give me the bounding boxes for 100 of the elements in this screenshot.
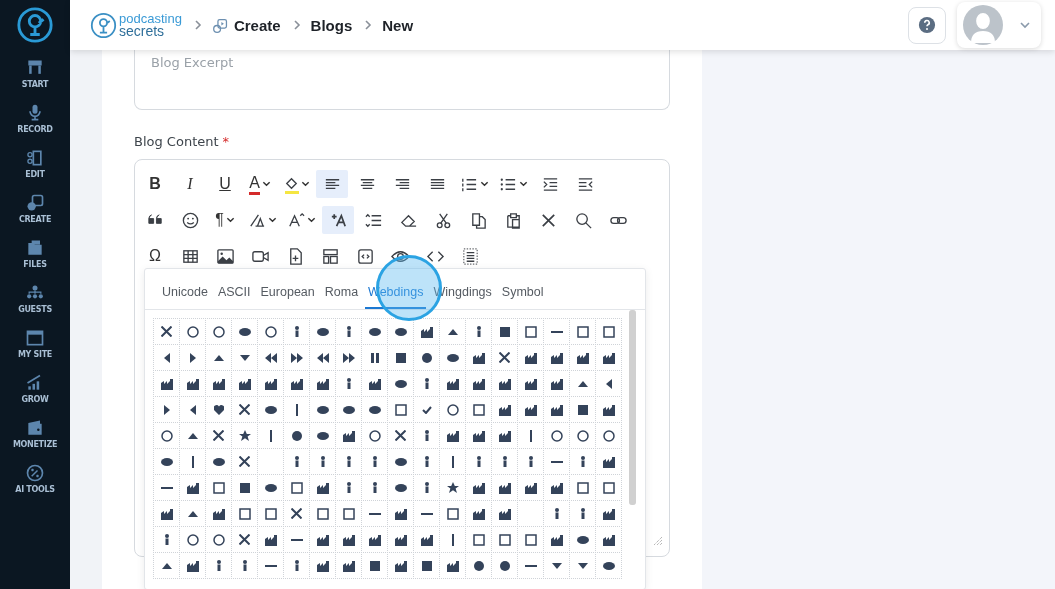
sidebar-item[interactable]: MONETIZE xyxy=(12,418,58,463)
symbol-icon xyxy=(602,481,615,494)
layout-icon xyxy=(320,246,340,266)
symbol-icon xyxy=(602,403,615,416)
sidebar-item[interactable]: START xyxy=(21,58,49,103)
symbol-icon xyxy=(550,403,563,416)
symbol-icon xyxy=(346,377,351,390)
resize-grip-icon[interactable] xyxy=(653,536,663,546)
symbol-icon xyxy=(524,377,537,390)
symbol-icon xyxy=(576,535,589,544)
symbol-icon xyxy=(394,351,407,364)
symbol-icon xyxy=(316,481,329,494)
sidebar-item[interactable]: EDIT xyxy=(25,148,45,193)
logo-icon[interactable] xyxy=(16,6,54,44)
field-label: Blog Content * xyxy=(134,134,231,149)
symbol-icon xyxy=(576,325,589,338)
symbol-icon xyxy=(316,533,329,546)
paragraph-button[interactable]: ¶ xyxy=(209,206,241,234)
symbol-icon xyxy=(160,429,173,442)
symbol-icon xyxy=(264,351,277,364)
charset-tab[interactable]: Roma xyxy=(321,285,362,309)
align-left-button[interactable] xyxy=(316,170,348,198)
symbol-icon xyxy=(602,325,615,338)
symbol-icon xyxy=(524,564,537,567)
symbol-icon xyxy=(186,377,199,390)
symbol-icon xyxy=(550,330,563,333)
emoji-icon xyxy=(180,210,200,230)
symbol-icon xyxy=(160,457,173,466)
symbol-icon xyxy=(372,455,377,468)
underline-button[interactable]: U xyxy=(209,170,241,198)
search-icon xyxy=(573,210,593,230)
symbol-icon xyxy=(472,403,485,416)
required-mark: * xyxy=(222,134,230,149)
symbol-icon xyxy=(472,377,485,390)
symbol-icon xyxy=(394,507,407,520)
symbol-icon xyxy=(472,429,485,442)
symbol-icon xyxy=(451,533,454,546)
symbol-icon xyxy=(580,507,585,520)
symbol-icon xyxy=(212,507,225,520)
symbol-icon xyxy=(529,429,532,442)
symbol-icon xyxy=(316,431,329,440)
sidebar-item[interactable]: FILES xyxy=(23,238,47,283)
symbol-icon xyxy=(342,351,355,364)
symbol-icon xyxy=(368,429,381,442)
symbol-icon xyxy=(191,455,194,468)
breadcrumb-link[interactable]: Create xyxy=(233,16,281,34)
symbol-icon xyxy=(239,534,250,545)
symbol-icon xyxy=(502,455,507,468)
symbol-icon xyxy=(447,328,458,335)
monetize-icon xyxy=(25,418,45,438)
brand-logo[interactable]: podcasting secrets xyxy=(90,11,182,39)
sidebar-item[interactable]: CREATE xyxy=(18,193,52,238)
sidebar-item[interactable]: RECORD xyxy=(17,103,53,148)
special-char-button[interactable]: Ω xyxy=(139,242,171,270)
charset-tab[interactable]: European xyxy=(257,285,318,309)
symbol-icon xyxy=(216,559,221,572)
breadcrumb-link[interactable]: Blogs xyxy=(310,16,353,34)
symbol-icon xyxy=(577,562,588,569)
text-color-button[interactable]: A xyxy=(244,170,276,198)
symbol-icon xyxy=(294,559,299,572)
symbol-icon xyxy=(346,455,351,468)
symbol-icon xyxy=(295,403,298,416)
bold-button[interactable]: B xyxy=(139,170,171,198)
symbol-icon xyxy=(316,559,329,572)
sidebar-item[interactable]: GUESTS xyxy=(18,283,52,328)
symbol-icon xyxy=(290,481,303,494)
sidebar-item[interactable]: GROW xyxy=(21,373,49,418)
symbol-icon xyxy=(499,560,510,571)
help-button[interactable] xyxy=(908,6,946,44)
help-icon xyxy=(918,16,936,34)
symbol-icon xyxy=(446,353,459,362)
sidebar-item[interactable]: AI TOOLS xyxy=(15,463,55,508)
symbol-icon xyxy=(498,507,511,520)
add-format-button[interactable] xyxy=(322,206,354,234)
charset-tab[interactable]: Symbol xyxy=(498,285,547,309)
symbol-icon xyxy=(264,377,277,390)
symbol-icon xyxy=(264,325,277,338)
symbol-icon xyxy=(472,533,485,546)
symbol-icon xyxy=(602,561,615,570)
scrollbar[interactable] xyxy=(629,310,636,505)
symbol-icon xyxy=(368,512,381,515)
symbol-icon xyxy=(213,404,224,415)
symbol-icon xyxy=(290,538,303,541)
embed-icon xyxy=(355,246,375,266)
sidebar-item[interactable]: MY SITE xyxy=(17,328,53,373)
symbol-icon xyxy=(264,483,277,492)
symbol-icon xyxy=(550,351,563,364)
symbol-icon xyxy=(550,377,563,390)
breadcrumb-link[interactable]: New xyxy=(382,16,414,34)
symbol-icon xyxy=(394,457,407,466)
ai-icon xyxy=(25,463,45,483)
symbol-icon xyxy=(212,457,225,466)
symbol-icon xyxy=(602,429,615,442)
charset-tab[interactable]: Unicode xyxy=(159,285,211,309)
brand-icon xyxy=(90,11,117,39)
chevron-right-icon xyxy=(193,19,202,31)
symbol-icon xyxy=(550,429,563,442)
symbol-icon xyxy=(580,455,585,468)
charset-tab[interactable]: ASCII xyxy=(214,285,254,309)
italic-button[interactable]: I xyxy=(174,170,206,198)
